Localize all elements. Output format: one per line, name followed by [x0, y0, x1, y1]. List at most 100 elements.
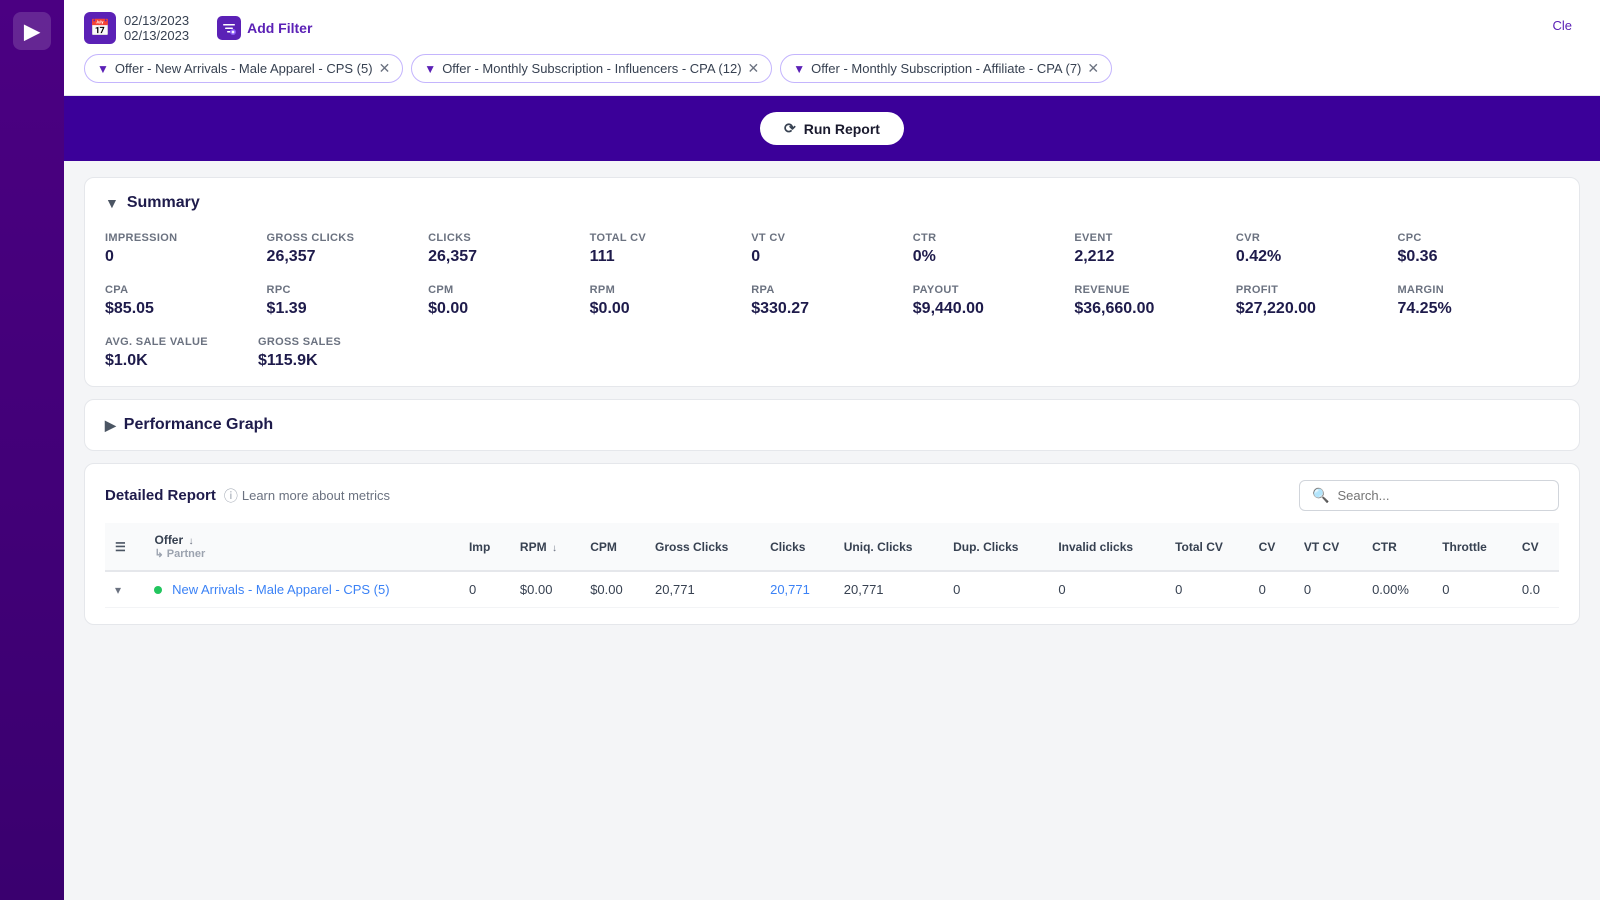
filters-row: ▼ Offer - New Arrivals - Male Apparel - … — [84, 54, 1580, 95]
date-range: 02/13/2023 02/13/2023 — [124, 13, 189, 43]
metric-cpm: CPM $0.00 — [428, 284, 590, 318]
performance-graph-header[interactable]: ▶ Performance Graph — [105, 416, 1559, 434]
summary-chevron-icon: ▼ — [105, 195, 119, 211]
table-container: ☰ Offer ↓ ↳ Partner — [105, 523, 1559, 608]
metric-profit-value: $27,220.00 — [1236, 300, 1398, 318]
learn-more-link[interactable]: ⓘ Learn more about metrics — [224, 486, 390, 506]
filter-chip-2[interactable]: ▼ Offer - Monthly Subscription - Influen… — [411, 54, 772, 83]
td-total-cv: 0 — [1165, 571, 1249, 608]
date-selector[interactable]: 📅 02/13/2023 02/13/2023 — [84, 12, 189, 44]
add-filter-button[interactable]: Add Filter — [209, 12, 320, 44]
th-offer[interactable]: Offer ↓ ↳ Partner — [144, 523, 458, 571]
metric-cpa: CPA $85.05 — [105, 284, 267, 318]
remove-filter-3[interactable]: ✕ — [1087, 60, 1099, 77]
summary-metrics-row1: IMPRESSION 0 GROSS CLICKS 26,357 CLICKS … — [105, 232, 1559, 266]
metric-gross-clicks-label: GROSS CLICKS — [267, 232, 429, 244]
td-throttle: 0 — [1432, 571, 1512, 608]
metric-cpm-value: $0.00 — [428, 300, 590, 318]
th-imp: Imp — [459, 523, 510, 571]
metric-vt-cv-value: 0 — [751, 248, 913, 266]
metric-profit: PROFIT $27,220.00 — [1236, 284, 1398, 318]
metric-avg-sale-label: AVG. SALE VALUE — [105, 336, 208, 348]
metric-ctr-value: 0% — [913, 248, 1075, 266]
th-uniq-clicks: Uniq. Clicks — [834, 523, 943, 571]
metric-cpm-label: CPM — [428, 284, 590, 296]
metric-margin-value: 74.25% — [1397, 300, 1559, 318]
offer-name-link[interactable]: New Arrivals - Male Apparel - CPS (5) — [172, 582, 389, 597]
td-cv: 0 — [1249, 571, 1294, 608]
top-bar: 📅 02/13/2023 02/13/2023 — [64, 0, 1600, 96]
metric-cvr-value: 0.42% — [1236, 248, 1398, 266]
remove-filter-2[interactable]: ✕ — [748, 60, 760, 77]
metric-impression-label: IMPRESSION — [105, 232, 267, 244]
filter-icon-2: ▼ — [424, 62, 436, 76]
th-rpm[interactable]: RPM ↓ — [510, 523, 580, 571]
td-ctr: 0.00% — [1362, 571, 1432, 608]
metric-gross-sales-label: GROSS SALES — [258, 336, 341, 348]
detailed-report-label: Detailed Report — [105, 487, 216, 504]
table-header-row: ☰ Offer ↓ ↳ Partner — [105, 523, 1559, 571]
metric-profit-label: PROFIT — [1236, 284, 1398, 296]
summary-metrics-row3: AVG. SALE VALUE $1.0K GROSS SALES $115.9… — [105, 336, 1559, 370]
metric-total-cv: TOTAL CV 111 — [590, 232, 752, 266]
metric-margin: MARGIN 74.25% — [1397, 284, 1559, 318]
th-filter-icon[interactable]: ☰ — [115, 540, 126, 554]
th-cpm: CPM — [580, 523, 645, 571]
metric-rpa-value: $330.27 — [751, 300, 913, 318]
metric-event: EVENT 2,212 — [1074, 232, 1236, 266]
summary-card: ▼ Summary IMPRESSION 0 GROSS CLICKS 26,3… — [84, 177, 1580, 387]
detailed-report-title: Detailed Report ⓘ Learn more about metri… — [105, 486, 390, 506]
metric-ctr: CTR 0% — [913, 232, 1075, 266]
metric-gross-clicks-value: 26,357 — [267, 248, 429, 266]
td-invalid-clicks: 0 — [1048, 571, 1165, 608]
performance-graph-chevron-icon: ▶ — [105, 417, 116, 434]
report-table: ☰ Offer ↓ ↳ Partner — [105, 523, 1559, 608]
metric-payout-label: PAYOUT — [913, 284, 1075, 296]
summary-label: Summary — [127, 194, 200, 212]
metric-cvr-label: CVR — [1236, 232, 1398, 244]
metric-clicks-value: 26,357 — [428, 248, 590, 266]
detailed-report-header: Detailed Report ⓘ Learn more about metri… — [105, 480, 1559, 511]
metric-revenue: REVENUE $36,660.00 — [1074, 284, 1236, 318]
metric-rpa: RPA $330.27 — [751, 284, 913, 318]
metric-clicks-label: CLICKS — [428, 232, 590, 244]
filter-icon-1: ▼ — [97, 62, 109, 76]
main-content: 📅 02/13/2023 02/13/2023 — [64, 0, 1600, 900]
metric-rpm-value: $0.00 — [590, 300, 752, 318]
metric-cvr: CVR 0.42% — [1236, 232, 1398, 266]
offer-sort-icon: ↓ — [189, 536, 194, 547]
metric-gross-clicks: GROSS CLICKS 26,357 — [267, 232, 429, 266]
th-expand: ☰ — [105, 523, 144, 571]
sidebar-logo: ▶ — [13, 12, 51, 50]
td-rpm: $0.00 — [510, 571, 580, 608]
td-expand[interactable]: ▾ — [105, 571, 144, 608]
th-total-cv: Total CV — [1165, 523, 1249, 571]
metric-total-cv-label: TOTAL CV — [590, 232, 752, 244]
th-vt-cv: VT CV — [1294, 523, 1362, 571]
td-imp: 0 — [459, 571, 510, 608]
detailed-report-card: Detailed Report ⓘ Learn more about metri… — [84, 463, 1580, 625]
filter-chip-3[interactable]: ▼ Offer - Monthly Subscription - Affilia… — [780, 54, 1112, 83]
th-partner-sub: ↳ Partner — [154, 547, 448, 560]
search-input[interactable] — [1337, 488, 1546, 503]
performance-graph-label: Performance Graph — [124, 416, 273, 434]
summary-header[interactable]: ▼ Summary — [105, 194, 1559, 212]
filter-chip-1[interactable]: ▼ Offer - New Arrivals - Male Apparel - … — [84, 54, 403, 83]
search-box[interactable]: 🔍 — [1299, 480, 1559, 511]
metric-gross-sales-value: $115.9K — [258, 352, 341, 370]
th-invalid-clicks: Invalid clicks — [1048, 523, 1165, 571]
th-dup-clicks: Dup. Clicks — [943, 523, 1048, 571]
td-dup-clicks: 0 — [943, 571, 1048, 608]
metric-cpa-value: $85.05 — [105, 300, 267, 318]
run-report-button[interactable]: ⟳ Run Report — [760, 112, 904, 145]
remove-filter-1[interactable]: ✕ — [379, 60, 391, 77]
filter-icon-3: ▼ — [793, 62, 805, 76]
rpm-sort-icon: ↓ — [552, 543, 557, 554]
metric-vt-cv: VT CV 0 — [751, 232, 913, 266]
expand-row-icon[interactable]: ▾ — [115, 583, 121, 597]
clear-button[interactable]: Cle — [1544, 14, 1580, 37]
td-uniq-clicks: 20,771 — [834, 571, 943, 608]
info-icon: ⓘ — [224, 486, 238, 506]
th-cv2: CV — [1512, 523, 1559, 571]
td-clicks[interactable]: 20,771 — [760, 571, 834, 608]
